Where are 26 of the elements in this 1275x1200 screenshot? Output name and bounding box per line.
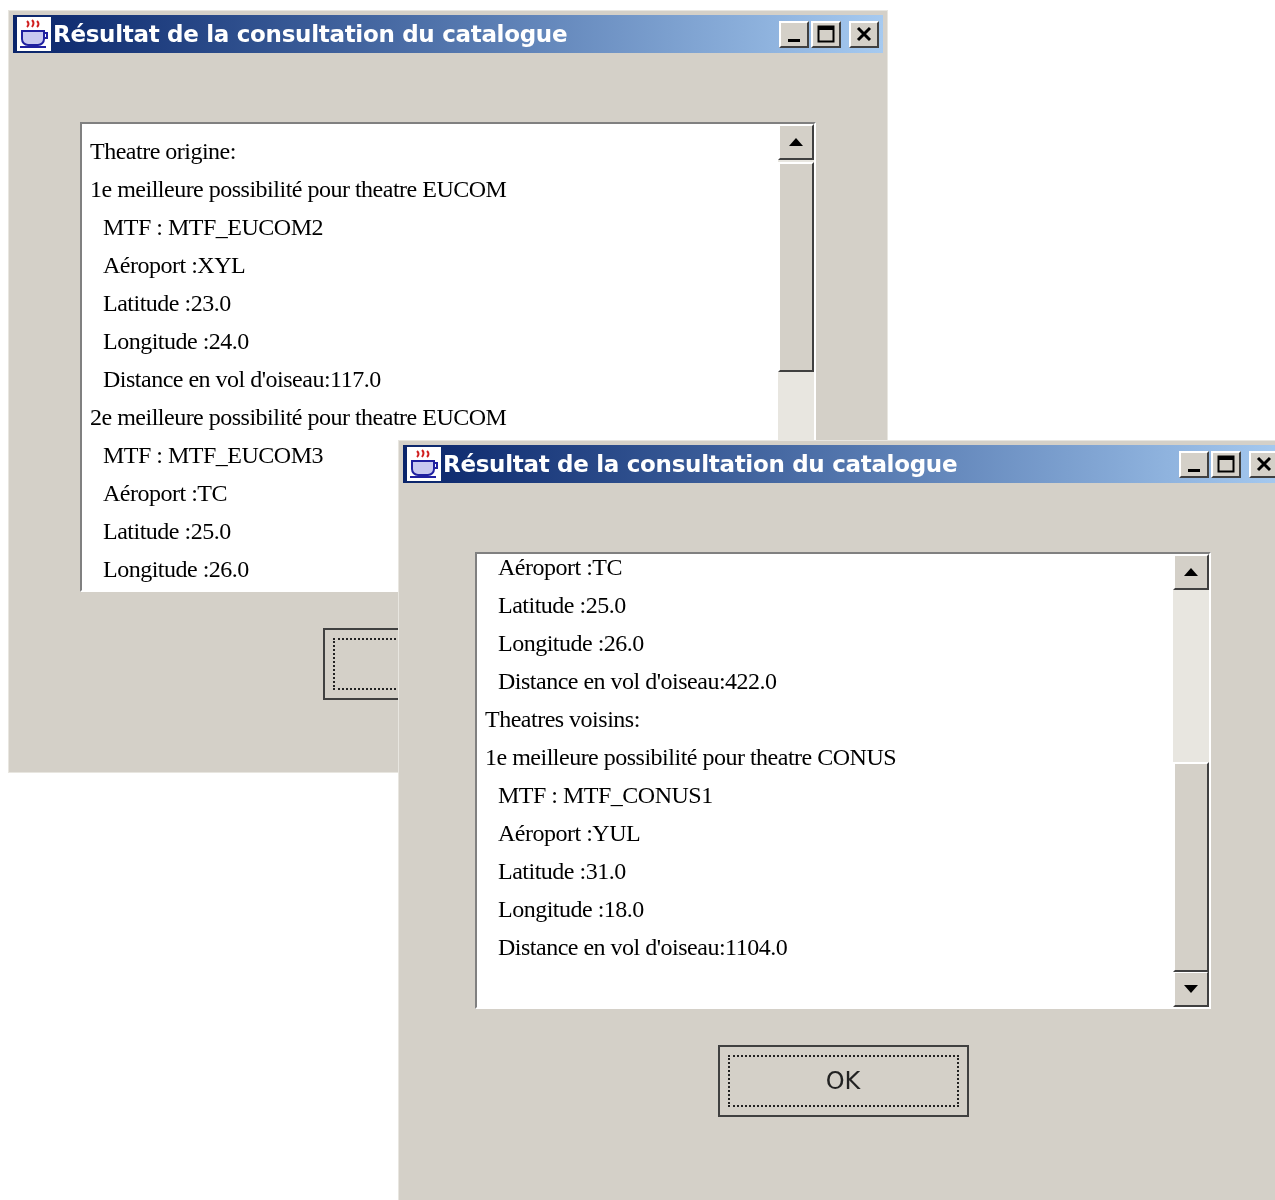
- result-line: Distance en vol d'oiseau:117.0: [103, 365, 381, 394]
- result-line: Theatre origine:: [90, 137, 236, 166]
- result-line: Aéroport :YUL: [498, 819, 641, 848]
- result-line: MTF : MTF_EUCOM3: [103, 441, 324, 470]
- result-line: Aéroport :XYL: [103, 251, 246, 280]
- result-line: Distance en vol d'oiseau:1104.0: [498, 933, 788, 962]
- ok-button[interactable]: OK: [717, 1045, 969, 1117]
- result-line: Latitude :25.0: [103, 517, 231, 546]
- result-line: Longitude :18.0: [498, 895, 644, 924]
- result-line: Latitude :25.0: [498, 591, 626, 620]
- result-line: Aéroport :TC: [103, 479, 227, 508]
- result-line: Longitude :26.0: [103, 555, 249, 584]
- result-line: Latitude :31.0: [498, 857, 626, 886]
- result-line: 2e meilleure possibilité pour theatre EUCOM: [90, 403, 507, 432]
- window-title: Résultat de la consultation du catalogue: [443, 449, 958, 479]
- result-line: Distance en vol d'oiseau:422.0: [498, 667, 777, 696]
- result-line: 1e meilleure possibilité pour theatre EUCOM: [90, 175, 507, 204]
- result-line: MTF : MTF_CONUS1: [498, 781, 713, 810]
- result-line: Aéroport :TC: [498, 554, 622, 582]
- result-line: Latitude :23.0: [103, 289, 231, 318]
- result-line: Longitude :26.0: [498, 629, 644, 658]
- window-title: Résultat de la consultation du catalogue: [53, 19, 568, 49]
- result-line: Longitude :24.0: [103, 327, 249, 356]
- result-line: MTF : MTF_EUCOM2: [103, 213, 324, 242]
- result-line: 1e meilleure possibilité pour theatre CONUS: [485, 743, 897, 772]
- result-line: Theatres voisins:: [485, 705, 640, 734]
